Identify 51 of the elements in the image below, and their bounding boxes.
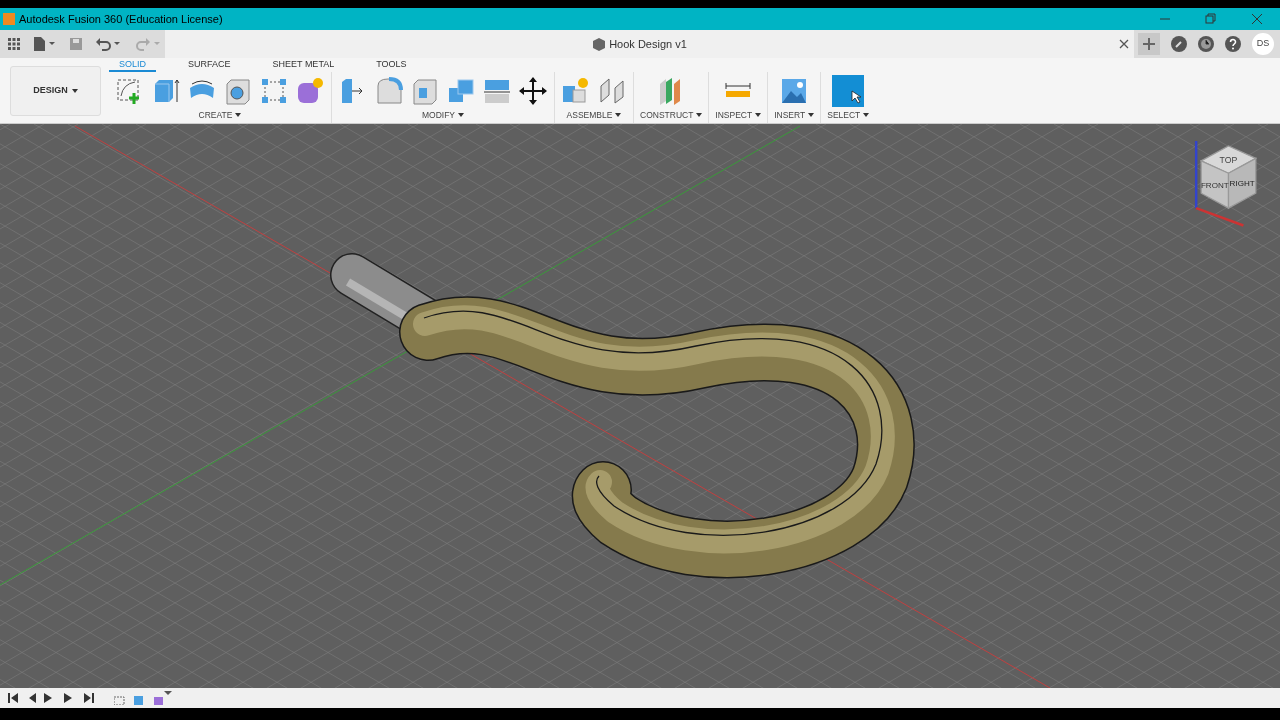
cube-icon [592,37,607,51]
wrench-icon[interactable] [1171,36,1187,52]
caret-icon [696,113,703,118]
ribbon-tab[interactable]: SURFACE [178,58,241,72]
save-icon[interactable] [70,38,82,50]
user-avatar[interactable]: DS [1252,33,1274,55]
ribbon-tab[interactable]: SOLID [109,58,156,72]
app-logo-icon [3,13,15,25]
caret-icon [863,113,870,118]
new-component-icon[interactable] [561,76,591,106]
undo-icon[interactable] [96,37,122,51]
joint-icon[interactable] [597,76,627,106]
shell-icon[interactable] [410,76,440,106]
tool-group-menu[interactable]: INSERT [774,109,815,122]
help-icon[interactable] [1225,36,1241,52]
ribbon-tab[interactable]: SHEET METAL [262,58,345,72]
tool-group-menu[interactable]: CONSTRUCT [640,109,703,122]
window-title: Autodesk Fusion 360 (Education License) [19,11,223,27]
tool-group-menu[interactable]: SELECT [827,109,870,122]
view-cube-label[interactable]: FRONT [1200,181,1229,191]
tool-group-menu[interactable]: MODIFY [421,109,465,122]
caret-icon [755,113,762,118]
tool-group-menu[interactable]: INSPECT [715,109,762,122]
file-icon[interactable] [34,37,56,51]
view-cube-drawing[interactable]: TOP FRONTRIGHT [1186,136,1266,228]
workspace-dropdown[interactable]: DESIGN [10,65,101,116]
view-cube-label[interactable]: TOP [1219,155,1238,166]
hook-drawing[interactable] [330,253,915,579]
caret-icon [808,113,815,118]
move-icon[interactable] [518,76,548,106]
clock-icon[interactable] [1198,36,1214,52]
tool-group-menu[interactable]: CREATE [198,109,242,122]
tool-group-menu[interactable]: ASSEMBLE [566,109,622,122]
document-tab[interactable]: Hook Design v1 [165,30,1134,58]
form-icon[interactable] [295,76,325,106]
add-icon[interactable] [1138,33,1160,55]
ribbon-tab[interactable]: TOOLS [366,58,417,72]
viewport-canvas[interactable]: TOP FRONTRIGHT [0,124,1280,688]
caret-icon [458,113,465,118]
view-cube-label[interactable]: RIGHT [1229,178,1255,188]
caret-icon [235,113,242,118]
timeline-features-icon[interactable] [114,691,174,705]
grid-menu-icon[interactable] [8,38,20,50]
caret-icon [615,113,622,118]
pattern-icon[interactable] [259,76,289,106]
redo-icon[interactable] [136,37,162,51]
select-icon[interactable] [832,75,865,107]
fillet-icon[interactable] [374,76,404,106]
document-title: Hook Design v1 [609,36,687,52]
hole-icon[interactable] [223,76,253,106]
caret-icon [71,88,78,93]
